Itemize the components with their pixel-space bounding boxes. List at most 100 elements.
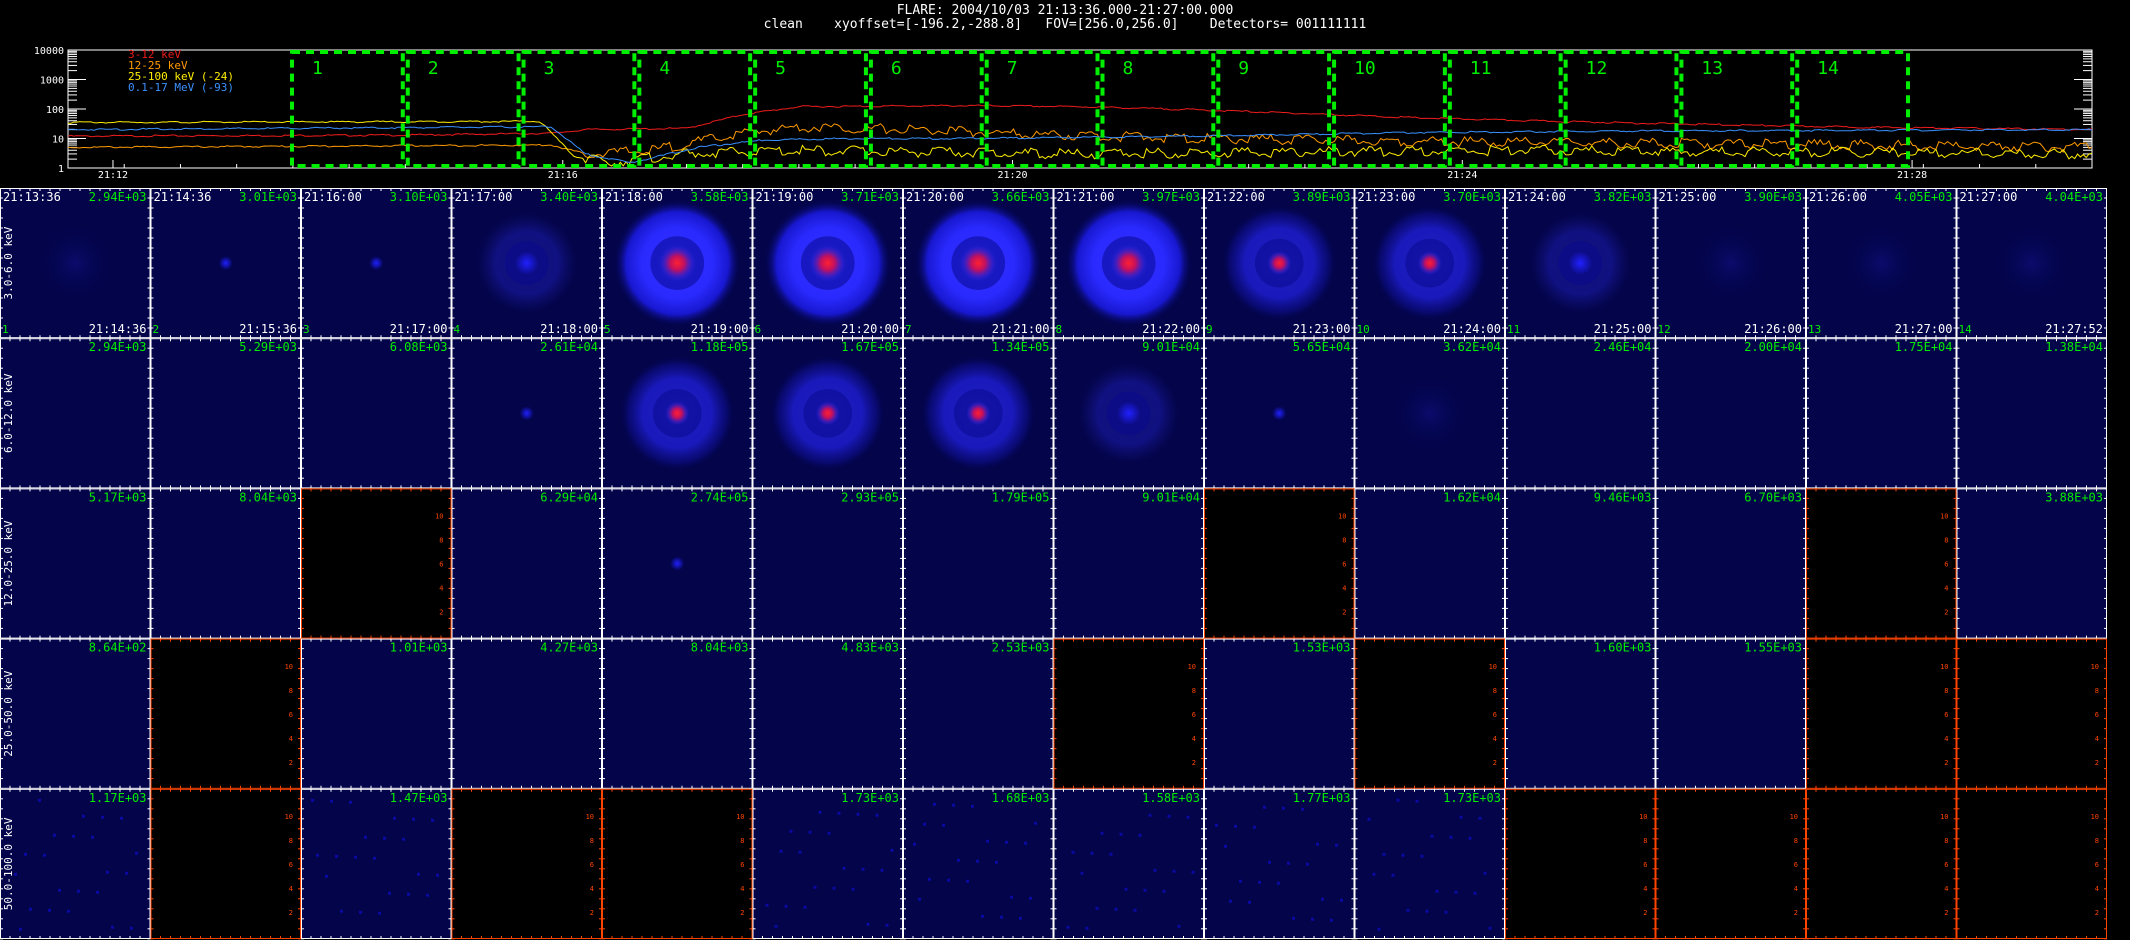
image-cell bbox=[1655, 338, 1806, 489]
peak-value: 1.73E+03 bbox=[1443, 791, 1501, 805]
x-tick-label: 21:20 bbox=[997, 170, 1027, 181]
noise-pixel bbox=[1010, 895, 1013, 899]
interval-index: 5 bbox=[604, 323, 611, 336]
noise-pixel bbox=[135, 851, 138, 855]
start-time: 21:16:00 bbox=[304, 190, 362, 204]
noise-pixel bbox=[1133, 908, 1137, 912]
empty-axis-label: 6 bbox=[289, 861, 293, 869]
peak-value: 8.04E+03 bbox=[239, 490, 297, 504]
empty-axis-label: 8 bbox=[1944, 837, 1948, 845]
noise-pixel bbox=[952, 803, 955, 807]
noise-pixel bbox=[1321, 897, 1324, 901]
noise-pixel bbox=[1468, 836, 1472, 840]
image-cell bbox=[903, 488, 1054, 639]
peak-value: 2.94E+03 bbox=[89, 190, 147, 204]
empty-axis-label: 6 bbox=[1643, 861, 1647, 869]
noise-pixel bbox=[1335, 843, 1338, 847]
noise-pixel bbox=[827, 831, 831, 835]
empty-axis-label: 4 bbox=[1944, 585, 1948, 593]
noise-pixel bbox=[861, 867, 865, 871]
noise-pixel bbox=[866, 922, 870, 926]
peak-value: 3.01E+03 bbox=[239, 190, 297, 204]
peak-value: 1.67E+05 bbox=[841, 340, 899, 354]
image-cell bbox=[1806, 488, 1957, 639]
start-time: 21:24:00 bbox=[1508, 190, 1566, 204]
peak-value: 3.89E+03 bbox=[1293, 190, 1351, 204]
noise-pixel bbox=[885, 923, 889, 927]
plot-frame bbox=[67, 49, 2093, 169]
empty-axis-label: 8 bbox=[1944, 687, 1948, 695]
noise-pixel bbox=[1177, 924, 1181, 928]
peak-value: 6.70E+03 bbox=[1744, 490, 1802, 504]
interval-index: 14 bbox=[1959, 323, 1973, 336]
interval-number: 13 bbox=[1701, 58, 1723, 79]
start-time: 21:19:00 bbox=[756, 190, 814, 204]
noise-pixel bbox=[1215, 823, 1218, 827]
noise-pixel bbox=[851, 887, 855, 891]
image-cell bbox=[1655, 488, 1806, 639]
empty-axis-label: 4 bbox=[289, 885, 293, 893]
image-cell bbox=[301, 488, 452, 639]
peak-value: 4.04E+03 bbox=[2045, 190, 2103, 204]
noise-pixel bbox=[378, 911, 381, 915]
noise-pixel bbox=[1377, 927, 1381, 931]
end-time: 21:15:36 bbox=[239, 322, 297, 336]
empty-axis-label: 6 bbox=[590, 861, 594, 869]
empty-axis-label: 8 bbox=[590, 837, 594, 845]
interval-box bbox=[984, 50, 1100, 168]
end-time: 21:23:00 bbox=[1293, 322, 1351, 336]
noise-pixel bbox=[1095, 906, 1099, 910]
interval-index: 8 bbox=[1056, 323, 1063, 336]
noise-pixel bbox=[1005, 840, 1008, 844]
noise-pixel bbox=[325, 874, 328, 878]
empty-axis-label: 6 bbox=[1944, 561, 1948, 569]
image-cell bbox=[1806, 338, 1957, 489]
interval-index: 6 bbox=[755, 323, 762, 336]
empty-axis-label: 2 bbox=[1643, 909, 1647, 917]
noise-pixel bbox=[1024, 841, 1027, 845]
noise-pixel bbox=[1473, 891, 1477, 895]
noise-pixel bbox=[1306, 862, 1309, 866]
noise-pixel bbox=[1430, 834, 1434, 838]
noise-pixel bbox=[1172, 869, 1176, 873]
image-cell bbox=[1053, 788, 1204, 939]
interval-index: 13 bbox=[1808, 323, 1821, 336]
noise-pixel bbox=[1406, 908, 1410, 912]
noise-pixel bbox=[1248, 900, 1251, 904]
noise-pixel bbox=[842, 866, 846, 870]
noise-pixel bbox=[1100, 831, 1104, 835]
end-time: 21:20:00 bbox=[841, 322, 899, 336]
interval-number: 12 bbox=[1586, 58, 1608, 79]
interval-index: 9 bbox=[1206, 323, 1213, 336]
empty-axis-label: 8 bbox=[2095, 687, 2099, 695]
energy-band-label: 50.0-100.0 keV bbox=[2, 817, 15, 910]
noise-pixel bbox=[1191, 870, 1195, 874]
noise-pixel bbox=[890, 848, 894, 852]
empty-axis-label: 6 bbox=[2095, 711, 2099, 719]
empty-axis-label: 2 bbox=[1192, 759, 1196, 767]
image-cell bbox=[1204, 488, 1355, 639]
peak-value: 1.62E+04 bbox=[1443, 490, 1501, 504]
peak-value: 3.71E+03 bbox=[841, 190, 899, 204]
noise-pixel bbox=[436, 873, 439, 877]
noise-pixel bbox=[1459, 815, 1463, 819]
noise-pixel bbox=[24, 852, 27, 856]
image-cell bbox=[1655, 788, 1806, 939]
peak-value: 3.88E+03 bbox=[2045, 490, 2103, 504]
empty-axis-label: 6 bbox=[1944, 861, 1948, 869]
interval-number: 3 bbox=[544, 58, 555, 79]
peak-value: 1.75E+04 bbox=[1895, 340, 1953, 354]
peak-value: 1.79E+05 bbox=[992, 490, 1050, 504]
empty-axis-label: 10 bbox=[285, 813, 293, 821]
start-time: 21:23:00 bbox=[1358, 190, 1416, 204]
noise-pixel bbox=[1401, 853, 1405, 857]
peak-value: 2.94E+03 bbox=[89, 340, 147, 354]
interval-box bbox=[868, 50, 984, 168]
noise-pixel bbox=[349, 800, 352, 804]
empty-axis-label: 6 bbox=[289, 711, 293, 719]
peak-value: 8.64E+02 bbox=[89, 641, 147, 655]
image-cell bbox=[903, 638, 1054, 789]
noise-pixel bbox=[789, 829, 793, 833]
noise-pixel bbox=[798, 850, 802, 854]
image-cell bbox=[1956, 788, 2107, 939]
